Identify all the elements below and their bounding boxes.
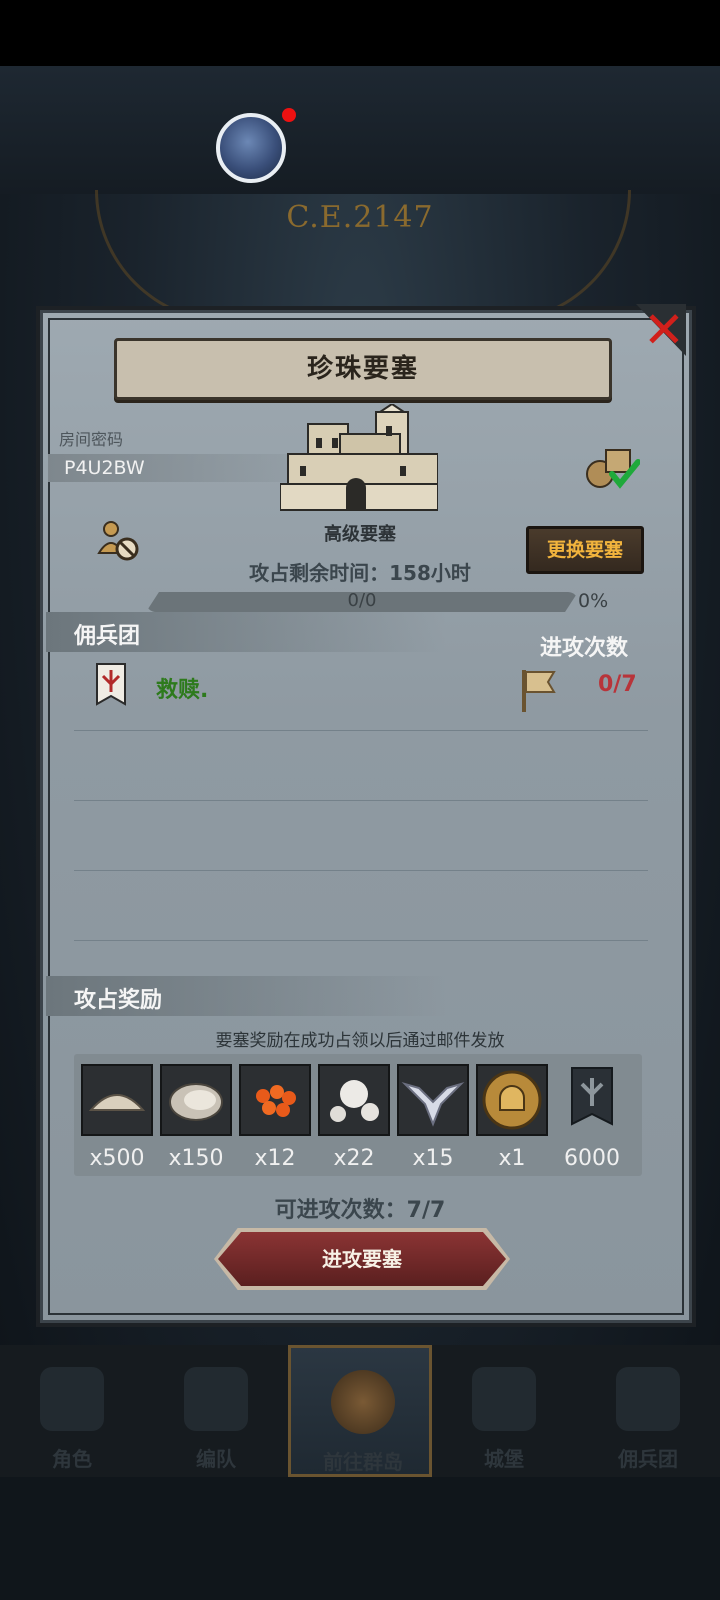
- attack-fortress-label: 进攻要塞: [322, 1247, 402, 1271]
- reward-quantity: x15: [412, 1146, 454, 1171]
- status-bar: [0, 0, 720, 66]
- knight-icon: [40, 1367, 104, 1431]
- progress-text: 0/0: [347, 590, 377, 611]
- castle-icon: [280, 404, 438, 511]
- flag-icon: [522, 670, 556, 712]
- helmet-icon: [184, 1367, 248, 1431]
- tab-formation[interactable]: 编队: [144, 1345, 288, 1477]
- attacks-column-title: 进攻次数: [540, 636, 629, 661]
- tab-mercenary[interactable]: 佣兵团: [576, 1345, 720, 1477]
- reward-section-title: 攻占奖励: [74, 988, 163, 1013]
- progress-percent: 0%: [578, 590, 609, 612]
- room-code-value[interactable]: P4U2BW: [64, 457, 145, 479]
- tab-label: 前往群岛: [323, 1450, 403, 1474]
- reward-note: 要塞奖励在成功占领以后通过邮件发放: [215, 1031, 505, 1051]
- helmet-coin-icon[interactable]: [476, 1064, 548, 1136]
- bottom-background: [0, 1477, 720, 1600]
- reward-quantity: 6000: [564, 1146, 620, 1171]
- row-divider: [74, 800, 648, 801]
- tab-castle[interactable]: 城堡: [432, 1345, 576, 1477]
- dialog-title: 珍珠要塞: [306, 354, 419, 384]
- tab-label: 城堡: [484, 1447, 524, 1471]
- top-background-band: [0, 66, 720, 194]
- time-remaining: 攻占剩余时间：158小时: [249, 561, 471, 585]
- tab-label: 佣兵团: [618, 1447, 678, 1471]
- reward-quantity: x22: [333, 1146, 375, 1171]
- sand-icon[interactable]: [81, 1064, 153, 1136]
- tab-label: 角色: [52, 1447, 92, 1471]
- change-fortress-label: 更换要塞: [546, 539, 623, 561]
- wings-emblem-icon[interactable]: [397, 1064, 469, 1136]
- close-icon[interactable]: ✕: [640, 304, 688, 356]
- tab-label: 编队: [196, 1447, 236, 1471]
- guild-banner-icon[interactable]: [568, 1064, 616, 1136]
- oyster-icon[interactable]: [160, 1064, 232, 1136]
- guild-banner-icon: [96, 663, 126, 706]
- mercenary-icon: [616, 1367, 680, 1431]
- pearl-icon[interactable]: [318, 1064, 390, 1136]
- notification-dot: [282, 108, 296, 122]
- guild-name[interactable]: 救赎.: [156, 672, 208, 704]
- attacks-available: 可进攻次数：7/7: [274, 1198, 446, 1223]
- era-label: C.E.2147: [286, 200, 434, 235]
- reward-quantity: x500: [89, 1146, 145, 1171]
- reward-quantity: x150: [168, 1146, 224, 1171]
- guild-section-title: 佣兵团: [74, 624, 141, 649]
- player-avatar[interactable]: [216, 113, 286, 183]
- reward-quantity: x12: [254, 1146, 296, 1171]
- user-blocked-icon[interactable]: [97, 519, 141, 563]
- tab-character[interactable]: 角色: [0, 1345, 144, 1477]
- castle-icon: [472, 1367, 536, 1431]
- islands-icon: [331, 1370, 395, 1434]
- castle-name: 高级要塞: [324, 524, 396, 545]
- row-divider: [74, 730, 648, 731]
- row-divider: [74, 940, 648, 941]
- guild-attack-count: 0/7: [598, 672, 637, 697]
- reward-quantity: x1: [498, 1146, 526, 1171]
- resource-bag-check-icon[interactable]: [584, 444, 640, 490]
- fish-roe-icon[interactable]: [239, 1064, 311, 1136]
- room-code-label: 房间密码: [59, 430, 124, 449]
- row-divider: [74, 870, 648, 871]
- tab-islands[interactable]: 前往群岛: [288, 1345, 432, 1477]
